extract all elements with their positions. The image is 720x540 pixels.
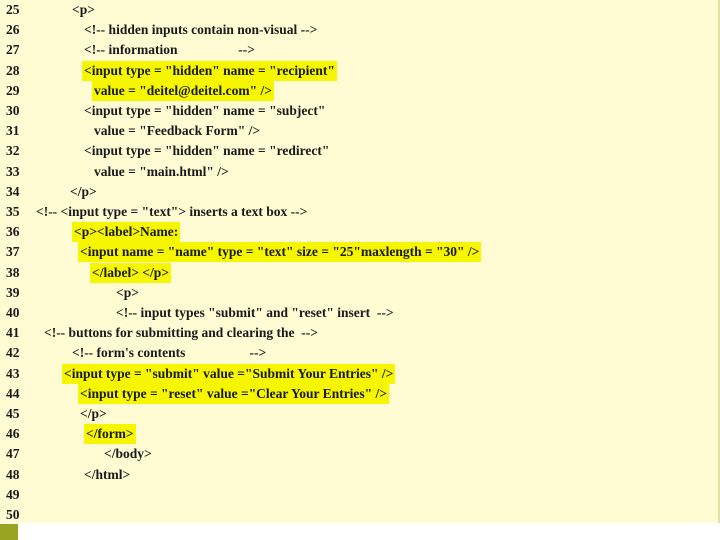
code-line: 33 value = "main.html" /> <box>0 162 718 182</box>
line-number: 41 <box>6 325 20 341</box>
code-line: 28 <input type = "hidden" name = "recipie… <box>0 60 718 81</box>
line-number: 47 <box>6 446 20 462</box>
code-text: <input type = "reset" value ="Clear Your… <box>78 383 389 404</box>
code-text: </form> <box>84 424 136 445</box>
code-line: 34 </p> <box>0 182 718 202</box>
line-number: 25 <box>6 2 20 17</box>
line-number: 34 <box>6 183 20 199</box>
code-line: 30 <input type = "hidden" name = "subject… <box>0 101 718 121</box>
line-number: 33 <box>6 163 20 179</box>
code-line: 37 <input name = "name" type = "text" siz… <box>0 242 718 263</box>
code-text: <input type = "hidden" name = "redirect" <box>84 143 330 159</box>
code-text: </label> </p> <box>90 262 171 283</box>
line-number: 46 <box>6 426 20 442</box>
code-text: <!-- input types "submit" and "reset" in… <box>116 305 394 320</box>
code-text: <!-- form's contents --> <box>72 345 267 361</box>
code-text: </body> <box>104 446 152 462</box>
line-number: 50 <box>6 507 20 522</box>
code-line: 26 <!-- hidden inputs contain non-visual … <box>0 20 718 40</box>
code-line: 48 </html> <box>0 465 718 485</box>
line-number: 28 <box>6 62 20 78</box>
code-text: <p> <box>72 2 95 17</box>
code-text: </html> <box>84 466 131 482</box>
line-number: 36 <box>6 224 20 240</box>
code-text: <input name = "name" type = "text" size … <box>78 242 482 263</box>
line-number: 43 <box>6 365 20 381</box>
code-text: <!-- <input type = "text"> inserts a tex… <box>36 204 308 219</box>
code-line: 43 <input type = "submit" value ="Submit … <box>0 363 718 384</box>
code-text: </p> <box>80 406 107 421</box>
code-text: <!-- information --> <box>84 42 255 58</box>
line-number: 44 <box>6 385 20 401</box>
code-line: 36 <p><label>Name: <box>0 222 718 243</box>
code-line: 35 <!-- <input type = "text"> inserts a t… <box>0 202 718 222</box>
code-line: 38 </label> </p> <box>0 262 718 283</box>
line-number: 38 <box>6 264 20 280</box>
line-number: 49 <box>6 486 20 502</box>
code-text: value = "main.html" /> <box>94 163 229 179</box>
slide: 25 <p> 26 <!-- hidden inputs contain non-vi… <box>0 0 720 540</box>
code-line: 31 value = "Feedback Form" /> <box>0 121 718 141</box>
code-text: <input type = "hidden" name = "recipient… <box>82 60 337 81</box>
line-number: 35 <box>6 204 20 219</box>
code-text: <input type = "submit" value ="Submit Yo… <box>62 363 396 384</box>
line-number: 42 <box>6 345 20 361</box>
code-text: <p> <box>116 284 139 300</box>
code-line: 41 <!-- buttons for submitting and cleari… <box>0 323 718 343</box>
code-line: 46 </form> <box>0 424 718 445</box>
code-line: 29 value = "deitel@deitel.com" /> <box>0 80 718 101</box>
line-number: 30 <box>6 103 20 118</box>
line-number: 45 <box>6 406 20 421</box>
code-line: 39 <p> <box>0 283 718 303</box>
line-number: 31 <box>6 123 20 139</box>
code-listing-panel: 25 <p> 26 <!-- hidden inputs contain non-vi… <box>0 0 720 523</box>
code-line: 45 </p> <box>0 404 718 424</box>
slide-accent-square <box>0 524 18 540</box>
code-line: 49 <box>0 485 718 505</box>
code-line: 27 <!-- information --> <box>0 40 718 60</box>
line-number: 48 <box>6 466 20 482</box>
code-text: <p><label>Name: <box>72 222 181 243</box>
line-number: 29 <box>6 82 20 98</box>
line-number: 26 <box>6 22 20 38</box>
code-line: 42 <!-- form's contents --> <box>0 343 718 363</box>
code-line: 47 </body> <box>0 444 718 464</box>
code-line: 32 <input type = "hidden" name = "redirec… <box>0 141 718 161</box>
code-text: <input type = "hidden" name = "subject" <box>84 103 326 118</box>
code-text: value = "deitel@deitel.com" /> <box>92 80 274 101</box>
line-number: 40 <box>6 305 20 320</box>
line-number: 32 <box>6 143 20 159</box>
line-number: 27 <box>6 42 20 58</box>
line-number: 37 <box>6 244 20 260</box>
code-text: <!-- hidden inputs contain non-visual --… <box>84 22 318 38</box>
code-line: 50 <box>0 505 718 525</box>
line-number: 39 <box>6 284 20 300</box>
code-text: value = "Feedback Form" /> <box>94 123 261 139</box>
code-line: 44 <input type = "reset" value ="Clear Yo… <box>0 383 718 404</box>
code-line: 25 <p> <box>0 0 718 20</box>
code-line: 40 <!-- input types "submit" and "reset" … <box>0 303 718 323</box>
code-text: <!-- buttons for submitting and clearing… <box>44 325 318 341</box>
code-text: </p> <box>70 183 97 199</box>
